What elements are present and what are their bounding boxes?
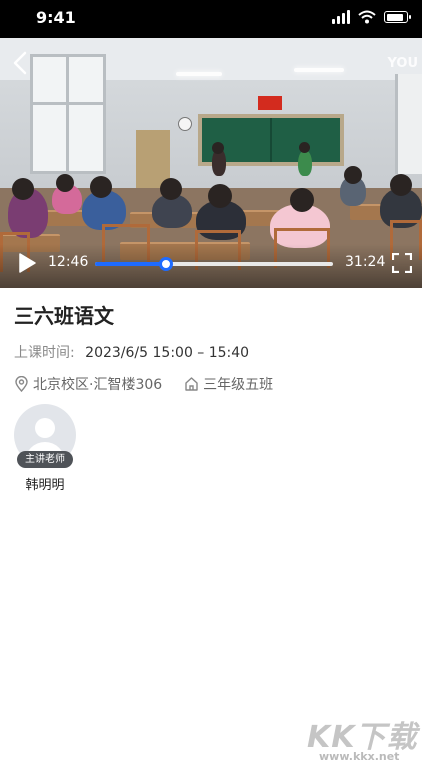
status-icons: [332, 10, 411, 24]
teacher-card[interactable]: 主讲老师 韩明明: [14, 404, 76, 493]
site-watermark-logo: KK下载 www.kkx.net: [307, 712, 418, 763]
battery-icon: [384, 11, 411, 23]
location-pin-icon: [15, 376, 28, 392]
lesson-location-row: 北京校区·汇智楼306 三年级五班: [14, 374, 273, 394]
lesson-time-row: 上课时间: 2023/6/5 15:00 – 15:40: [14, 342, 249, 362]
video-player[interactable]: YOU 12:46 31:24: [0, 38, 422, 288]
site-logo-url: www.kkx.net: [319, 750, 400, 763]
progress-bar[interactable]: [95, 257, 333, 271]
lesson-location: 北京校区·汇智楼306: [33, 377, 163, 393]
lesson-time-label: 上课时间:: [14, 345, 75, 361]
home-icon: [185, 377, 198, 391]
teacher-name: 韩明明: [25, 478, 65, 493]
video-controls: 12:46 31:24: [0, 244, 422, 288]
signal-icon: [332, 10, 350, 24]
play-icon[interactable]: [16, 252, 38, 274]
fullscreen-icon[interactable]: [392, 253, 412, 273]
lesson-title: 三六班语文: [14, 304, 114, 328]
video-watermark: YOU: [387, 56, 418, 71]
total-time: 31:24: [345, 254, 386, 270]
teacher-role-badge: 主讲老师: [17, 451, 73, 468]
progress-fill: [95, 262, 167, 266]
progress-thumb[interactable]: [159, 257, 174, 271]
status-bar: 9:41: [0, 0, 422, 38]
back-icon[interactable]: [8, 50, 34, 76]
lesson-class: 三年级五班: [203, 377, 274, 393]
current-time: 12:46: [48, 254, 89, 270]
lesson-time-value: 2023/6/5 15:00 – 15:40: [85, 345, 250, 361]
wifi-icon: [358, 10, 376, 24]
status-time: 9:41: [36, 8, 76, 27]
